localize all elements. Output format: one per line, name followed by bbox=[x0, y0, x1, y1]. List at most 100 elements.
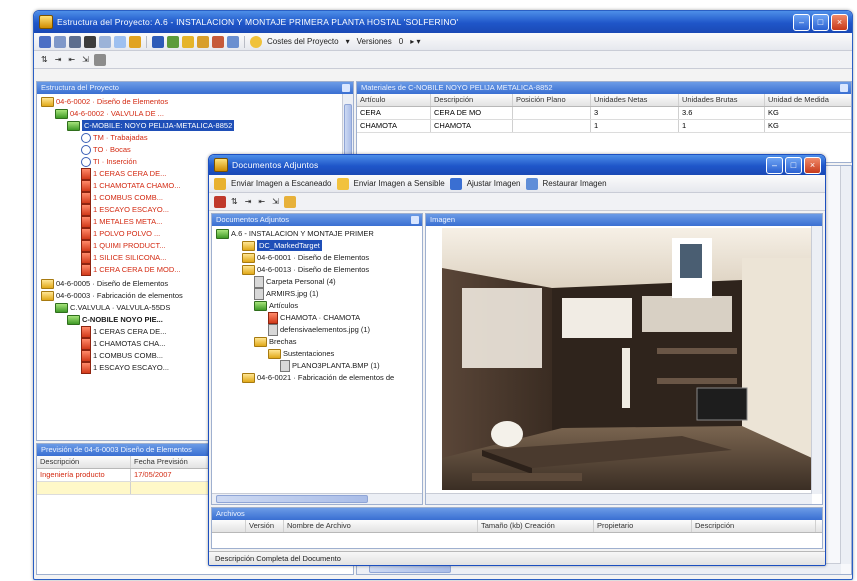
pin-icon[interactable] bbox=[342, 84, 350, 92]
column-header[interactable]: Posición Plano bbox=[513, 94, 591, 106]
next-icon[interactable]: ▸ ▾ bbox=[408, 37, 422, 46]
tree-item[interactable]: 1 POLVO POLVO ... bbox=[81, 227, 160, 240]
copy-icon[interactable] bbox=[69, 35, 81, 48]
grid-icon[interactable] bbox=[93, 53, 106, 66]
tree-item[interactable]: 1 CHAMOTATA CHAMO... bbox=[81, 179, 181, 192]
attach-icon[interactable] bbox=[283, 195, 296, 208]
refresh-icon[interactable] bbox=[114, 35, 126, 48]
column-header[interactable]: Propietario bbox=[594, 520, 692, 532]
tree-item[interactable]: 04-6-0001 · Diseño de Elementos bbox=[242, 252, 369, 263]
column-header[interactable]: Nombre de Archivo bbox=[284, 520, 478, 532]
tree-item[interactable]: 1 COMBUS COMB... bbox=[81, 349, 163, 362]
tree-item[interactable]: 1 CERAS CERA DE... bbox=[81, 167, 166, 180]
pin-icon[interactable] bbox=[411, 216, 419, 224]
print-icon[interactable] bbox=[84, 35, 96, 48]
column-header[interactable]: Tamaño (kb) Creación bbox=[478, 520, 594, 532]
tree-item[interactable]: CHAMOTA · CHAMOTA bbox=[268, 311, 360, 324]
tree-item[interactable]: TO · Bocas bbox=[81, 144, 131, 155]
tree-item[interactable]: 04-6-0021 · Fabricación de elementos de bbox=[242, 372, 394, 383]
attach-icon[interactable] bbox=[197, 35, 209, 48]
fit-icon[interactable] bbox=[449, 177, 462, 190]
expand-icon[interactable]: ⇲ bbox=[270, 197, 281, 206]
close-button[interactable]: × bbox=[831, 13, 848, 31]
edit-icon[interactable] bbox=[54, 35, 66, 48]
tree-item[interactable]: PLANO3PLANTA.BMP (1) bbox=[280, 359, 380, 372]
version-value[interactable]: 0 bbox=[397, 37, 405, 46]
scanner-icon[interactable] bbox=[214, 177, 226, 190]
minimize-button[interactable]: – bbox=[766, 156, 783, 174]
minimize-button[interactable]: – bbox=[793, 13, 810, 31]
tree-item[interactable]: 1 COMBUS COMB... bbox=[81, 191, 163, 204]
column-header[interactable]: Versión bbox=[246, 520, 284, 532]
preview-scrollbar[interactable] bbox=[811, 226, 822, 494]
tree-item[interactable]: C-NOBILE NOYO PIE... bbox=[67, 314, 163, 325]
tree-item[interactable]: TI · Inserción bbox=[81, 156, 137, 167]
tree-item[interactable]: 1 CERAS CERA DE... bbox=[81, 325, 166, 338]
column-header[interactable]: Artículo bbox=[357, 94, 431, 106]
tree-item[interactable]: 04-6-0002 · VALVULA DE ... bbox=[55, 108, 164, 119]
tree-item-selected[interactable]: DC_MarkedTarget bbox=[242, 240, 322, 251]
tree-item[interactable]: A.6 - INSTALACION Y MONTAJE PRIMER bbox=[216, 228, 374, 239]
tree-item[interactable]: ARMIRS.jpg (1) bbox=[254, 287, 319, 300]
tree-item[interactable]: 04-6-0013 · Diseño de Elementos bbox=[242, 264, 369, 275]
properties-icon[interactable] bbox=[39, 35, 51, 48]
column-header[interactable]: Descripción bbox=[431, 94, 513, 106]
close-button[interactable]: × bbox=[804, 156, 821, 174]
tree-item[interactable]: Sustentaciones bbox=[268, 348, 334, 359]
tree-item[interactable]: 1 SILICE SILICONA... bbox=[81, 251, 166, 264]
column-header[interactable]: Unidades Brutas bbox=[679, 94, 765, 106]
tree-item[interactable]: C.VALVULA · VALVULA-55DS bbox=[55, 302, 170, 313]
folder-icon[interactable] bbox=[182, 35, 194, 48]
sort-az-icon[interactable]: ⇅ bbox=[39, 55, 50, 64]
column-header[interactable]: Fecha Previsión bbox=[131, 456, 215, 468]
send-image-button[interactable]: Enviar Imagen a Sensible bbox=[352, 179, 447, 188]
preview-hscrollbar[interactable] bbox=[426, 493, 812, 504]
table-row[interactable]: CERA CERA DE MO 3 3.6 KG bbox=[357, 107, 851, 120]
send-icon[interactable] bbox=[336, 177, 349, 190]
preview-icon[interactable] bbox=[99, 35, 111, 48]
tree-item[interactable]: 04-6-0003 · Fabricación de elementos bbox=[41, 290, 183, 301]
column-header[interactable]: Unidad de Medida bbox=[765, 94, 851, 106]
tree-item[interactable]: 1 QUIMI PRODUCT... bbox=[81, 239, 166, 252]
column-header[interactable]: Descripción bbox=[692, 520, 816, 532]
table-row[interactable]: CHAMOTA CHAMOTA 1 1 KG bbox=[357, 120, 851, 133]
scan-image-button[interactable]: Enviar Imagen a Escaneado bbox=[229, 179, 334, 188]
tree-item-selected[interactable]: C-MOBILE: NOYO PELIJA-METALICA-8852 bbox=[67, 120, 235, 131]
pin-icon[interactable] bbox=[840, 84, 848, 92]
chevron-down-icon[interactable]: ▾ bbox=[344, 37, 352, 46]
versions-menu[interactable]: Versiones bbox=[355, 37, 394, 46]
detail-scrollbar[interactable] bbox=[840, 166, 851, 564]
tree-icon[interactable] bbox=[167, 35, 179, 48]
tree-item[interactable]: 04-6-0002 · Diseño de Elementos bbox=[41, 96, 168, 107]
users-icon[interactable] bbox=[227, 35, 239, 48]
fit-image-button[interactable]: Ajustar Imagen bbox=[465, 179, 523, 188]
column-header[interactable]: Unidades Netas bbox=[591, 94, 679, 106]
outdent-icon[interactable]: ⇤ bbox=[66, 55, 77, 64]
tree-item[interactable]: Brechas bbox=[254, 336, 297, 347]
scroll-thumb[interactable] bbox=[216, 495, 368, 503]
disk-icon[interactable] bbox=[152, 35, 164, 48]
tree-item[interactable]: Carpeta Personal (4) bbox=[254, 275, 336, 288]
close-doc-icon[interactable] bbox=[214, 195, 226, 208]
arrow-right-icon[interactable] bbox=[129, 35, 141, 48]
tree-item[interactable]: 1 ESCAYO ESCAYO... bbox=[81, 361, 169, 374]
tree-item[interactable]: 04-6-0005 · Diseño de Elementos bbox=[41, 278, 168, 289]
tree-item[interactable]: 1 ESCAYO ESCAYO... bbox=[81, 203, 169, 216]
coins-icon[interactable] bbox=[250, 35, 262, 48]
tree-hscrollbar[interactable] bbox=[212, 493, 422, 504]
expand-icon[interactable]: ⇲ bbox=[80, 55, 91, 64]
sort-az-icon[interactable]: ⇅ bbox=[229, 197, 240, 206]
costs-menu[interactable]: Costes del Proyecto bbox=[265, 37, 341, 46]
tree-item[interactable]: 1 CERA CERA DE MOD... bbox=[81, 263, 181, 276]
tree-item[interactable]: defensivaelementos.jpg (1) bbox=[268, 323, 370, 336]
tree-item[interactable]: Artículos bbox=[254, 300, 298, 311]
restore-icon[interactable] bbox=[525, 177, 538, 190]
indent-icon[interactable]: ⇥ bbox=[243, 197, 254, 206]
column-header[interactable]: Descripción bbox=[37, 456, 131, 468]
indent-icon[interactable]: ⇥ bbox=[53, 55, 64, 64]
scroll-thumb[interactable] bbox=[369, 565, 451, 573]
maximize-button[interactable]: □ bbox=[785, 156, 802, 174]
restore-image-button[interactable]: Restaurar Imagen bbox=[541, 179, 609, 188]
tree-item[interactable]: 1 CHAMOTAS CHA... bbox=[81, 337, 165, 350]
tree-item[interactable]: 1 METALES META... bbox=[81, 215, 162, 228]
